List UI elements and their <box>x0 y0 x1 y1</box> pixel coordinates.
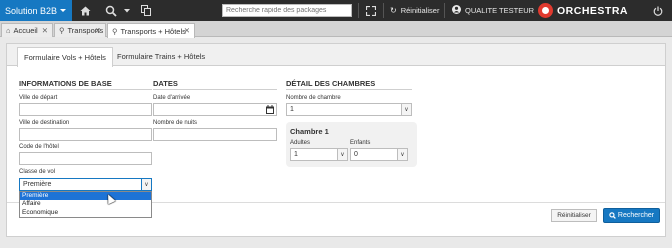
chevron-down-icon[interactable]: ∨ <box>141 179 151 190</box>
user-menu[interactable]: QUALITE TESTEUR <box>452 0 534 21</box>
search-icon[interactable] <box>103 4 119 17</box>
user-label: QUALITE TESTEUR <box>465 6 535 15</box>
tab-label: Transports + Hôtels <box>120 26 186 36</box>
reset-button[interactable]: Réinitialiser <box>551 209 597 222</box>
search-button-label: Rechercher <box>617 212 655 219</box>
search-icon <box>609 212 616 219</box>
logo-text: ORCHESTRA <box>557 4 629 17</box>
tab-vols-hotels[interactable]: Formulaire Vols + Hôtels <box>17 47 113 67</box>
departure-input[interactable] <box>19 103 152 116</box>
chevron-down-icon[interactable]: ∨ <box>401 104 411 115</box>
dates-title: DATES <box>153 79 178 88</box>
quick-search-input[interactable] <box>222 4 352 17</box>
brand-menu[interactable]: Solution B2B <box>0 0 72 21</box>
brand-label: Solution B2B <box>5 5 58 16</box>
adults-select[interactable]: 1 ∨ <box>290 148 348 161</box>
chevron-down-icon[interactable]: ∨ <box>397 149 407 160</box>
tab-accueil[interactable]: ⌂ Accueil ✕ <box>1 23 53 37</box>
form-tab-label: Formulaire Vols + Hôtels <box>24 53 106 62</box>
arrival-date-input[interactable] <box>153 103 277 116</box>
top-bar: Solution B2B ↻ Réinitialiser QUALITE TES… <box>0 0 672 21</box>
dropdown-option-economique[interactable]: Economique <box>20 209 151 217</box>
divider <box>153 89 277 90</box>
reset-session-button[interactable]: ↻ Réinitialiser <box>390 0 439 21</box>
form-tab-label: Formulaire Trains + Hôtels <box>117 52 206 61</box>
dropdown-option-premiere[interactable]: Première <box>20 192 151 201</box>
logo-icon <box>538 3 553 18</box>
divider <box>19 89 152 90</box>
home-icon: ⌂ <box>6 26 11 35</box>
tab-transports[interactable]: ⚲ Transports ✕ <box>54 23 106 37</box>
room-count-label: Nombre de chambre <box>286 95 341 101</box>
window-tab-bar: ⌂ Accueil ✕ ⚲ Transports ✕ ⚲ Transports … <box>0 21 672 38</box>
arrival-date-label: Date d'arrivée <box>153 95 191 101</box>
divider <box>383 3 384 18</box>
chevron-down-icon[interactable]: ∨ <box>337 149 347 160</box>
calendar-icon[interactable] <box>266 105 274 116</box>
nights-input[interactable] <box>153 128 277 141</box>
adults-value: 1 <box>294 151 298 158</box>
user-icon <box>452 5 461 16</box>
nights-label: Nombre de nuits <box>153 120 198 126</box>
close-icon[interactable]: ✕ <box>42 26 48 35</box>
search-icon: ⚲ <box>59 26 65 35</box>
departure-label: Ville de départ <box>19 95 58 101</box>
refresh-icon: ↻ <box>390 6 397 15</box>
flight-class-value: Première <box>23 181 52 188</box>
flight-class-dropdown: Première Affaire Economique <box>19 191 152 218</box>
copy-icon[interactable] <box>140 4 152 17</box>
expand-icon[interactable] <box>365 4 377 17</box>
room-count-value: 1 <box>290 106 294 113</box>
reset-session-label: Réinitialiser <box>400 6 440 15</box>
divider <box>444 3 445 18</box>
search-icon: ⚲ <box>112 26 118 36</box>
hotel-code-label: Code de l'hôtel <box>19 144 59 150</box>
adults-label: Adultes <box>290 140 311 146</box>
power-icon[interactable] <box>652 4 664 17</box>
chevron-down-icon <box>60 9 66 12</box>
tab-transports-hotels[interactable]: ⚲ Transports + Hôtels ✕ <box>107 23 195 38</box>
rooms-title: DÉTAIL DES CHAMBRES <box>286 79 376 88</box>
search-button[interactable]: Rechercher <box>603 208 660 223</box>
flight-class-label: Classe de vol <box>19 169 56 175</box>
hotel-code-input[interactable] <box>19 152 152 165</box>
home-icon[interactable] <box>79 4 92 17</box>
destination-input[interactable] <box>19 128 152 141</box>
divider <box>358 3 359 18</box>
children-label: Enfants <box>350 140 371 146</box>
close-icon[interactable]: ✕ <box>184 26 190 35</box>
destination-label: Ville de destination <box>19 120 70 126</box>
close-icon[interactable]: ✕ <box>95 26 101 35</box>
chevron-down-icon[interactable] <box>123 4 131 17</box>
orchestra-logo: ORCHESTRA <box>538 2 628 19</box>
search-form-panel: Formulaire Vols + Hôtels Formulaire Trai… <box>6 43 666 237</box>
flight-class-select[interactable]: Première ∨ <box>19 178 152 191</box>
dropdown-option-affaire[interactable]: Affaire <box>20 200 151 208</box>
form-tab-bar: Formulaire Vols + Hôtels Formulaire Trai… <box>7 44 665 67</box>
tab-trains-hotels[interactable]: Formulaire Trains + Hôtels <box>111 47 211 66</box>
divider <box>286 89 412 90</box>
children-select[interactable]: 0 ∨ <box>350 148 408 161</box>
room-title: Chambre 1 <box>290 127 329 136</box>
room-count-select[interactable]: 1 ∨ <box>286 103 412 116</box>
base-info-title: INFORMATIONS DE BASE <box>19 79 112 88</box>
tab-label: Accueil <box>13 26 38 35</box>
children-value: 0 <box>354 151 358 158</box>
